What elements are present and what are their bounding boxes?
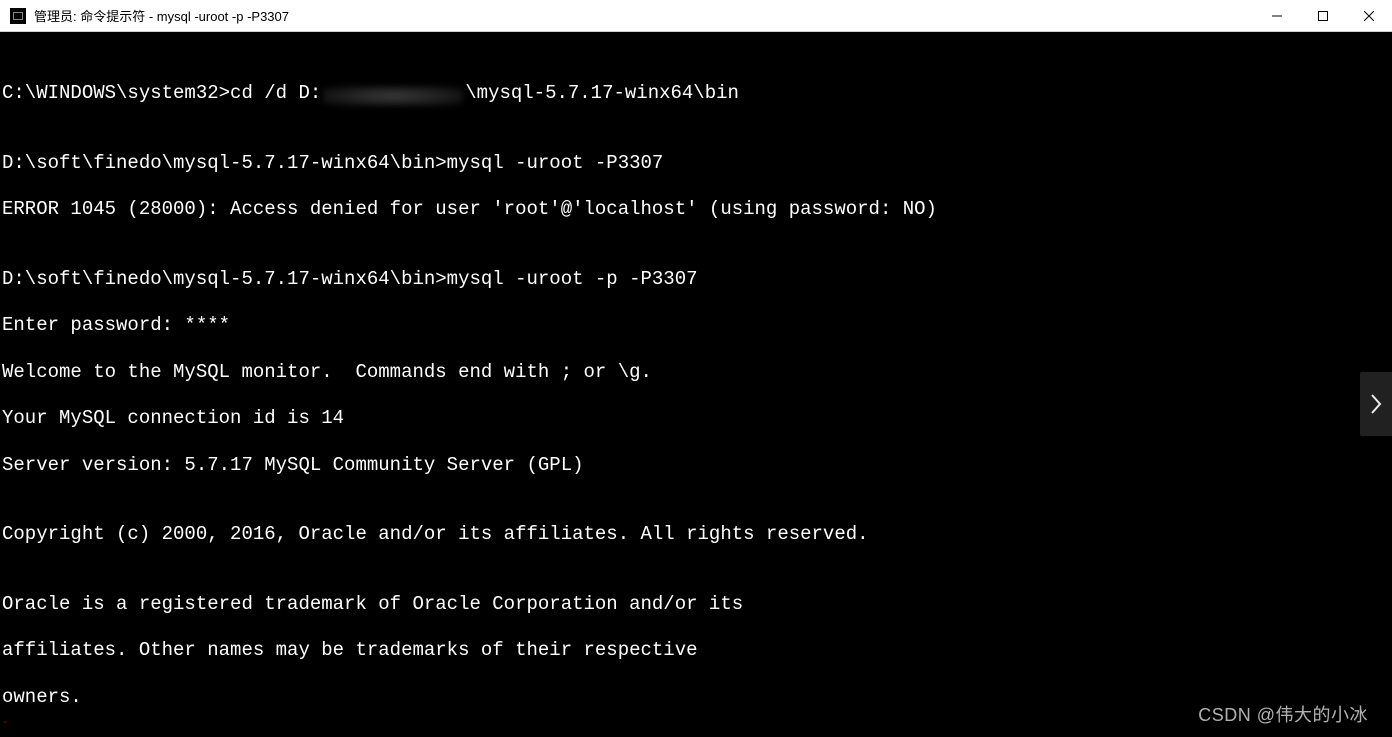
window-title: 管理员: 命令提示符 - mysql -uroot -p -P3307 xyxy=(34,6,289,25)
redacted-path xyxy=(323,86,463,106)
corner-mark: - xyxy=(2,710,9,733)
terminal-line: Copyright (c) 2000, 2016, Oracle and/or … xyxy=(2,523,1390,546)
terminal-line: Oracle is a registered trademark of Orac… xyxy=(2,593,1390,616)
terminal-line: Your MySQL connection id is 14 xyxy=(2,407,1390,430)
terminal-line: owners. xyxy=(2,686,1390,709)
terminal-line: Welcome to the MySQL monitor. Commands e… xyxy=(2,361,1390,384)
window-controls xyxy=(1254,0,1392,31)
close-button[interactable] xyxy=(1346,0,1392,31)
minimize-button[interactable] xyxy=(1254,0,1300,31)
terminal-line: C:\WINDOWS\system32>cd /d D:\mysql-5.7.1… xyxy=(2,82,1390,105)
titlebar[interactable]: 管理员: 命令提示符 - mysql -uroot -p -P3307 xyxy=(0,0,1392,32)
terminal-line: affiliates. Other names may be trademark… xyxy=(2,639,1390,662)
terminal-line: D:\soft\finedo\mysql-5.7.17-winx64\bin>m… xyxy=(2,268,1390,291)
terminal-line: ERROR 1045 (28000): Access denied for us… xyxy=(2,198,1390,221)
maximize-button[interactable] xyxy=(1300,0,1346,31)
terminal-line: Server version: 5.7.17 MySQL Community S… xyxy=(2,454,1390,477)
watermark-text: CSDN @伟大的小冰 xyxy=(1198,704,1368,727)
cmd-icon xyxy=(10,8,26,24)
terminal-area[interactable]: C:\WINDOWS\system32>cd /d D:\mysql-5.7.1… xyxy=(0,32,1392,737)
cmd-window: 管理员: 命令提示符 - mysql -uroot -p -P3307 C:\W… xyxy=(0,0,1392,737)
terminal-line: Enter password: **** xyxy=(2,314,1390,337)
next-arrow-overlay[interactable] xyxy=(1360,372,1392,436)
terminal-line: D:\soft\finedo\mysql-5.7.17-winx64\bin>m… xyxy=(2,152,1390,175)
